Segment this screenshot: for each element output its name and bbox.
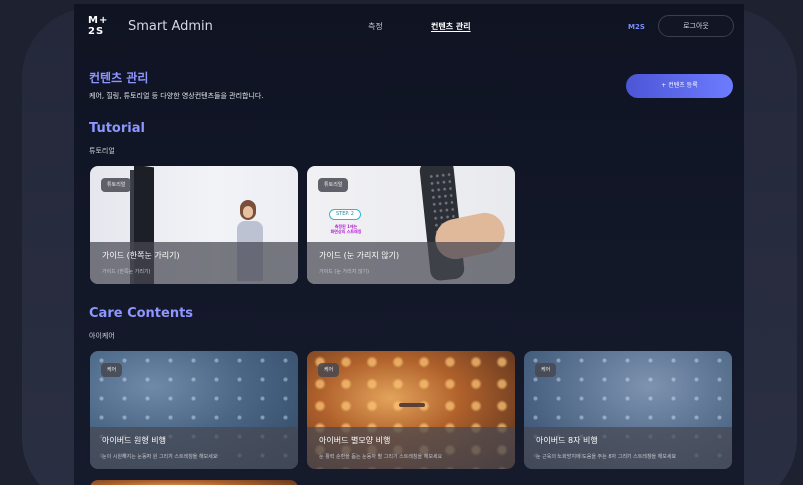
- card-subtitle: 눈 근육의 노화방지에 도움을 주는 8자 그리기 스트레칭을 해보세요: [536, 454, 677, 460]
- page-title: 컨텐츠 관리: [89, 71, 149, 85]
- step-label: STEP. 2: [329, 209, 361, 220]
- section-title-tutorial: Tutorial: [89, 121, 145, 136]
- content-card-eyebird-star[interactable]: 케어 아이버드 별모양 비행 눈 활력 순환을 돕는 눈동자 별 그리기 스트레…: [307, 351, 515, 469]
- section-title-care-contents: Care Contents: [89, 306, 194, 321]
- brand-name: Smart Admin: [128, 19, 213, 34]
- card-info: 아이버드 8자 비행 눈 근육의 노화방지에 도움을 주는 8자 그리기 스트레…: [524, 427, 732, 469]
- top-navigation-bar: M+ 2S Smart Admin 측정 컨텐츠 관리 M2S 로그아웃: [74, 4, 744, 48]
- card-info: 아이버드 별모양 비행 눈 활력 순환을 돕는 눈동자 별 그리기 스트레칭을 …: [307, 427, 515, 469]
- card-title: 가이드 (눈 가리지 않기): [319, 251, 400, 260]
- logout-button[interactable]: 로그아웃: [658, 15, 734, 37]
- category-badge: 케어: [535, 363, 557, 377]
- card-title: 아이버드 8자 비행: [536, 436, 598, 445]
- card-info: 가이드 (한쪽눈 가리기) 가이드 (한쪽눈 가리기): [90, 242, 298, 284]
- card-title: 아이버드 별모양 비행: [319, 436, 391, 445]
- nav-measure[interactable]: 측정: [368, 21, 383, 32]
- card-info: 아이버드 원형 비행 눈이 시원해지는 눈동자 원 그리기 스트레칭을 해보세요: [90, 427, 298, 469]
- card-subtitle: 눈 활력 순환을 돕는 눈동자 별 그리기 스트레칭을 해보세요: [319, 454, 443, 460]
- card-subtitle: 눈이 시원해지는 눈동자 원 그리기 스트레칭을 해보세요: [102, 454, 218, 460]
- card-title: 아이버드 원형 비행: [102, 436, 166, 445]
- content-card-guide-one-eye[interactable]: 튜토리얼 가이드 (한쪽눈 가리기) 가이드 (한쪽눈 가리기): [90, 166, 298, 284]
- content-card-eyebird-circle[interactable]: 케어 아이버드 원형 비행 눈이 시원해지는 눈동자 원 그리기 스트레칭을 해…: [90, 351, 298, 469]
- category-badge: 케어: [318, 363, 340, 377]
- video-thumbnail: [90, 480, 298, 485]
- add-content-button[interactable]: + 컨텐츠 등록: [626, 74, 733, 98]
- card-subtitle: 가이드 (한쪽눈 가리기): [102, 269, 151, 275]
- category-badge: 케어: [101, 363, 123, 377]
- category-badge: 튜토리얼: [318, 178, 349, 192]
- content-card-next-row[interactable]: [90, 480, 298, 485]
- content-card-guide-no-cover[interactable]: STEP. 2 측정된 1에는 화면상의 스트레칭 튜토리얼 가이드 (눈 가리지…: [307, 166, 515, 284]
- card-subtitle: 가이드 (눈 가리지 않기): [319, 269, 370, 275]
- content-card-eyebird-figure-eight[interactable]: 케어 아이버드 8자 비행 눈 근육의 노화방지에 도움을 주는 8자 그리기 …: [524, 351, 732, 469]
- m2s-logo[interactable]: M+ 2S: [88, 15, 112, 37]
- user-name: M2S: [628, 23, 645, 31]
- section-subtitle-tutorial: 튜토리얼: [89, 147, 115, 155]
- nav-content-management[interactable]: 컨텐츠 관리: [431, 21, 471, 32]
- page-description: 케어, 힐링, 튜토리얼 등 다양한 영상컨텐츠들을 관리합니다.: [89, 92, 264, 100]
- app-screen: M+ 2S Smart Admin 측정 컨텐츠 관리 M2S 로그아웃 컨텐츠 …: [74, 4, 744, 485]
- card-title: 가이드 (한쪽눈 가리기): [102, 251, 180, 260]
- step-caption: 측정된 1에는 화면상의 스트레칭: [330, 224, 362, 234]
- category-badge: 튜토리얼: [101, 178, 132, 192]
- section-subtitle-eyecare: 아이케어: [89, 332, 115, 340]
- card-info: 가이드 (눈 가리지 않기) 가이드 (눈 가리지 않기): [307, 242, 515, 284]
